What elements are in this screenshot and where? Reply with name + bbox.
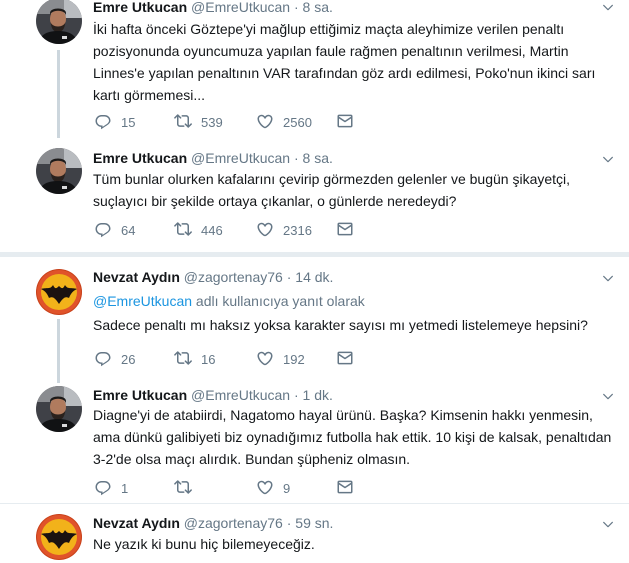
avatar[interactable] <box>36 386 82 432</box>
heart-icon <box>255 220 275 238</box>
author-name[interactable]: Emre Utkucan <box>93 0 187 15</box>
author-handle[interactable]: @EmreUtkucan <box>191 387 290 403</box>
avatar[interactable] <box>36 148 82 194</box>
envelope-icon <box>335 220 355 238</box>
reply-mention-link[interactable]: @EmreUtkucan <box>93 293 192 309</box>
separator-dot: · <box>293 0 299 15</box>
separator-dot: · <box>293 387 299 403</box>
author-name[interactable]: Nevzat Aydın <box>93 269 180 285</box>
reply-button[interactable]: 64 <box>93 220 135 238</box>
author-name[interactable]: Nevzat Aydın <box>93 515 180 531</box>
timestamp[interactable]: 14 dk. <box>295 269 333 285</box>
retweet-button[interactable] <box>173 478 201 496</box>
author-handle[interactable]: @zagortenay76 <box>184 515 283 531</box>
reply-context-label: adlı kullanıcıya yanıt olarak <box>192 293 365 309</box>
tweet-header: Nevzat Aydın @zagortenay76 · 59 sn. <box>93 514 333 532</box>
direct-message-button[interactable] <box>335 349 363 367</box>
author-handle[interactable]: @EmreUtkucan <box>191 0 290 15</box>
timestamp[interactable]: 1 dk. <box>303 387 333 403</box>
separator-dot: · <box>286 269 292 285</box>
tweet-text: Tüm bunlar olurken kafalarını çevirip gö… <box>93 171 571 209</box>
timestamp[interactable]: 8 sa. <box>303 0 333 15</box>
retweet-button[interactable]: 446 <box>173 220 223 238</box>
retweet-count: 16 <box>201 351 216 367</box>
tweet-text: Ne yazık ki bunu hiç bilemeyeceğiz. <box>93 536 315 552</box>
heart-icon <box>255 112 275 130</box>
tweet-header: Emre Utkucan @EmreUtkucan · 8 sa. <box>93 0 333 16</box>
separator-dot: · <box>293 150 299 166</box>
tweet[interactable]: Nevzat Aydın @zagortenay76 · 59 sn. Ne y… <box>0 504 629 563</box>
like-count: 2560 <box>283 114 312 130</box>
like-count: 192 <box>283 351 305 367</box>
avatar[interactable] <box>36 0 82 44</box>
reply-button[interactable]: 26 <box>93 349 135 367</box>
tweet-header: Nevzat Aydın @zagortenay76 · 14 dk. <box>93 268 333 286</box>
direct-message-button[interactable] <box>335 478 363 496</box>
author-handle[interactable]: @EmreUtkucan <box>191 150 290 166</box>
heart-icon <box>255 478 275 496</box>
avatar[interactable] <box>36 269 82 315</box>
chevron-down-icon[interactable] <box>601 517 615 531</box>
tweet-text: Diagne'yi de atabiirdi, Nagatomo hayal ü… <box>93 407 612 467</box>
timestamp[interactable]: 59 sn. <box>295 515 333 531</box>
chevron-down-icon[interactable] <box>601 389 615 403</box>
retweet-count: 446 <box>201 222 223 238</box>
envelope-icon <box>335 112 355 130</box>
direct-message-button[interactable] <box>335 112 363 130</box>
reply-count: 15 <box>121 114 136 130</box>
retweet-button[interactable]: 16 <box>173 349 215 367</box>
retweet-icon <box>173 349 193 367</box>
tweet-header: Emre Utkucan @EmreUtkucan · 8 sa. <box>93 149 333 167</box>
reply-icon <box>93 220 113 238</box>
reply-icon <box>93 478 113 496</box>
like-count: 2316 <box>283 222 312 238</box>
avatar[interactable] <box>36 514 82 560</box>
retweet-icon <box>173 112 193 130</box>
tweet-text: İki hafta önceki Göztepe'yi mağlup ettiğ… <box>93 21 596 103</box>
heart-icon <box>255 349 275 367</box>
author-handle[interactable]: @zagortenay76 <box>184 269 283 285</box>
chevron-down-icon[interactable] <box>601 271 615 285</box>
retweet-icon <box>173 478 193 496</box>
author-name[interactable]: Emre Utkucan <box>93 387 187 403</box>
retweet-count: 539 <box>201 114 223 130</box>
thread-line <box>57 319 60 383</box>
tweet-header: Emre Utkucan @EmreUtkucan · 1 dk. <box>93 386 333 404</box>
reply-count: 26 <box>121 351 136 367</box>
reply-button[interactable]: 1 <box>93 478 128 496</box>
timestamp[interactable]: 8 sa. <box>303 150 333 166</box>
retweet-button[interactable]: 539 <box>173 112 223 130</box>
envelope-icon <box>335 349 355 367</box>
separator-dot: · <box>286 515 292 531</box>
like-button[interactable]: 2316 <box>255 220 312 238</box>
reply-icon <box>93 112 113 130</box>
like-button[interactable]: 9 <box>255 478 290 496</box>
like-count: 9 <box>283 480 291 496</box>
direct-message-button[interactable] <box>335 220 363 238</box>
tweet[interactable]: Emre Utkucan @EmreUtkucan · 1 dk. Diagne… <box>0 380 629 505</box>
reply-icon <box>93 349 113 367</box>
tweet[interactable]: Nevzat Aydın @zagortenay76 · 14 dk. @Emr… <box>0 257 629 383</box>
reply-count: 64 <box>121 222 136 238</box>
envelope-icon <box>335 478 355 496</box>
reply-button[interactable]: 15 <box>93 112 135 130</box>
tweet[interactable]: Emre Utkucan @EmreUtkucan · 8 sa. İki ha… <box>0 0 629 138</box>
like-button[interactable]: 2560 <box>255 112 312 130</box>
like-button[interactable]: 192 <box>255 349 305 367</box>
tweet[interactable]: Emre Utkucan @EmreUtkucan · 8 sa. Tüm bu… <box>0 136 629 250</box>
reply-count: 1 <box>121 480 129 496</box>
chevron-down-icon[interactable] <box>601 152 615 166</box>
author-name[interactable]: Emre Utkucan <box>93 150 187 166</box>
thread-line <box>57 50 60 138</box>
retweet-icon <box>173 220 193 238</box>
reply-context: @EmreUtkucan adlı kullanıcıya yanıt olar… <box>93 292 365 310</box>
tweet-text: Sadece penaltı mı haksız yoksa karakter … <box>93 317 588 333</box>
chevron-down-icon[interactable] <box>601 0 615 14</box>
